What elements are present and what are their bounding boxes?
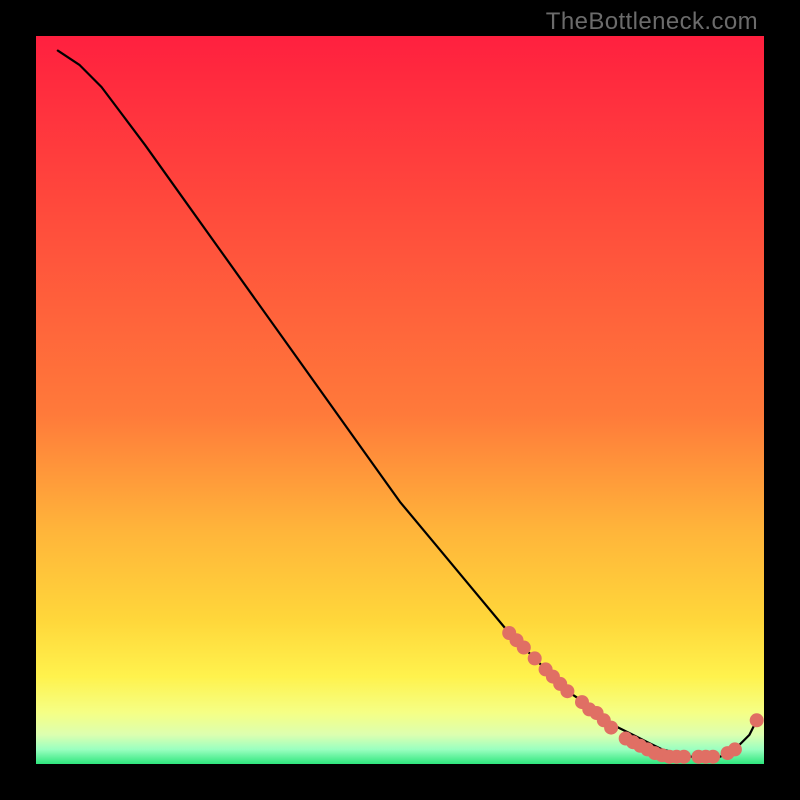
chart-svg <box>36 36 764 764</box>
plot-area <box>36 36 764 764</box>
marker-dot <box>560 684 574 698</box>
marker-dot <box>706 750 720 764</box>
marker-dot <box>604 721 618 735</box>
marker-dot <box>517 641 531 655</box>
watermark-label: TheBottleneck.com <box>546 8 758 36</box>
marker-dot <box>728 742 742 756</box>
chart-stage: TheBottleneck.com <box>0 0 800 800</box>
marker-dot <box>677 750 691 764</box>
marker-dot <box>528 651 542 665</box>
marker-dot <box>750 713 764 727</box>
